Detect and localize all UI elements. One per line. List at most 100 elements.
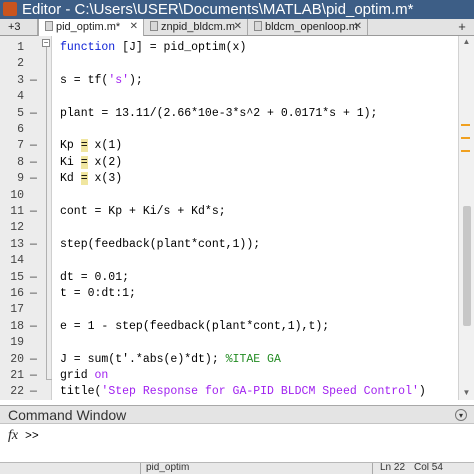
command-prompt: >> (25, 430, 39, 443)
line-number: 12 (10, 221, 24, 234)
code-token: cont = Kp + Ki/s + Kd*s; (60, 205, 226, 218)
line-number: 19 (10, 336, 24, 349)
code-line[interactable]: dt = 0.01; (60, 271, 129, 284)
line-number: 18 (10, 320, 24, 333)
command-window[interactable]: fx >> (0, 424, 474, 462)
tab-label: pid_optim.m* (56, 21, 121, 33)
warning-marker[interactable] (461, 150, 470, 152)
command-window-header: Command Window ▾ (0, 405, 474, 424)
line-number: 6 (17, 123, 24, 136)
code-line[interactable]: J = sum(t'.*abs(e)*dt); %ITAE GA (60, 353, 281, 366)
code-token: [J] = pid_optim(x) (115, 41, 247, 54)
command-window-title: Command Window (8, 407, 127, 423)
tab-pid-optim[interactable]: pid_optim.m* ✕ (38, 19, 144, 36)
breakpoint-marker[interactable]: — (30, 353, 40, 366)
line-number: 17 (10, 303, 24, 316)
line-number: 22 (10, 385, 24, 398)
code-token: Kd (60, 172, 81, 185)
code-line[interactable]: Kp = x(1) (60, 139, 122, 152)
breakpoint-marker[interactable]: — (30, 271, 40, 284)
close-icon[interactable]: ✕ (354, 19, 362, 35)
code-line[interactable]: step(feedback(plant*cont,1)); (60, 238, 260, 251)
line-number: 1 (17, 41, 24, 54)
breakpoint-marker[interactable]: — (30, 107, 40, 120)
code-line[interactable]: cont = Kp + Ki/s + Kd*s; (60, 205, 226, 218)
string-token: 'Step Response for GA-PID BLDCM Speed Co… (101, 385, 419, 398)
code-token: x(2) (87, 156, 123, 169)
status-separator (140, 463, 141, 474)
code-token: title( (60, 385, 102, 398)
breakpoint-marker[interactable]: — (30, 74, 40, 87)
chevron-down-icon[interactable]: ▾ (455, 409, 467, 421)
breakpoint-marker[interactable]: — (30, 238, 40, 251)
code-token: dt = 0.01; (60, 271, 130, 284)
keyword-token: function (60, 41, 116, 54)
string-token: 's' (108, 74, 130, 87)
tab-label: znpid_bldcm.m (161, 21, 235, 33)
breakpoint-marker[interactable]: — (30, 287, 40, 300)
highlighted-token: = (80, 156, 88, 169)
line-number: 14 (10, 254, 24, 267)
fx-icon[interactable]: fx (8, 428, 18, 444)
code-line[interactable]: Kd = x(3) (60, 172, 122, 185)
breakpoint-marker[interactable]: — (30, 385, 40, 398)
scrollbar-thumb[interactable] (463, 206, 471, 326)
line-number: 5 (17, 107, 24, 120)
code-token: step(feedback(plant*cont,1)); (60, 238, 261, 251)
code-line[interactable]: s = tf('s'); (60, 74, 143, 87)
fold-line (46, 44, 47, 380)
line-number: 3 (17, 74, 24, 87)
warning-marker[interactable] (461, 137, 470, 139)
status-col: Col 54 (414, 462, 443, 473)
fold-end (46, 379, 52, 380)
status-file: pid_optim (146, 462, 190, 473)
code-token: J = sum(t'.*abs(e)*dt); (60, 353, 226, 366)
matlab-app-icon (3, 2, 17, 16)
code-token: e = 1 - step(feedback(plant*cont,1),t); (60, 320, 330, 333)
window-titlebar: Editor - C:\Users\USER\Documents\MATLAB\… (0, 0, 474, 19)
code-editor[interactable]: − 1 function [J] = pid_optim(x) 2 3 — s = tf(… (0, 36, 458, 400)
close-icon[interactable]: ✕ (234, 19, 242, 35)
breakpoint-marker[interactable]: — (30, 205, 40, 218)
breakpoint-marker[interactable]: — (30, 156, 40, 169)
breakpoint-marker[interactable]: — (30, 172, 40, 185)
code-token: t = 0:dt:1; (60, 287, 136, 300)
line-number: 20 (10, 353, 24, 366)
tab-overflow-label: +3 (8, 21, 21, 33)
highlighted-token: = (80, 172, 88, 185)
close-icon[interactable]: ✕ (130, 19, 138, 35)
code-token: x(3) (87, 172, 123, 185)
breakpoint-marker[interactable]: — (30, 139, 40, 152)
tab-bldcm-openloop[interactable]: bldcm_openloop.m ✕ (248, 19, 368, 35)
code-token: ); (129, 74, 143, 87)
status-line: Ln 22 (380, 462, 406, 473)
code-line[interactable]: e = 1 - step(feedback(plant*cont,1),t); (60, 320, 329, 333)
scroll-up-icon[interactable]: ▲ (461, 37, 472, 47)
window-title: Editor - C:\Users\USER\Documents\MATLAB\… (22, 1, 414, 18)
tab-znpid-bldcm[interactable]: znpid_bldcm.m ✕ (144, 19, 248, 35)
code-line[interactable]: Ki = x(2) (60, 156, 122, 169)
code-line[interactable]: grid on (60, 369, 108, 382)
line-number: 7 (17, 139, 24, 152)
code-line[interactable]: title('Step Response for GA-PID BLDCM Sp… (60, 385, 426, 398)
status-bar: pid_optim Ln 22 Col 54 (0, 462, 474, 474)
code-line[interactable]: t = 0:dt:1; (60, 287, 136, 300)
breakpoint-marker[interactable]: — (30, 369, 40, 382)
line-number: 16 (10, 287, 24, 300)
editor-vertical-scrollbar[interactable]: ▲ ▼ (458, 36, 474, 400)
line-number: 10 (10, 189, 24, 202)
line-number: 2 (17, 57, 24, 70)
tab-overflow-count[interactable]: +3 (0, 19, 38, 35)
line-number: 4 (17, 90, 24, 103)
highlighted-token: = (80, 139, 88, 152)
warning-marker[interactable] (461, 124, 470, 126)
plus-icon[interactable]: + (455, 20, 469, 34)
code-token: x(1) (87, 139, 123, 152)
scroll-down-icon[interactable]: ▼ (461, 388, 472, 398)
code-line[interactable]: plant = 13.11/(2.66*10e-3*s^2 + 0.0171*s… (60, 107, 377, 120)
code-token: ) (418, 385, 426, 398)
code-token: grid (60, 369, 95, 382)
fold-toggle-icon[interactable]: − (42, 39, 50, 47)
breakpoint-marker[interactable]: — (30, 320, 40, 333)
code-line[interactable]: function [J] = pid_optim(x) (60, 41, 246, 54)
